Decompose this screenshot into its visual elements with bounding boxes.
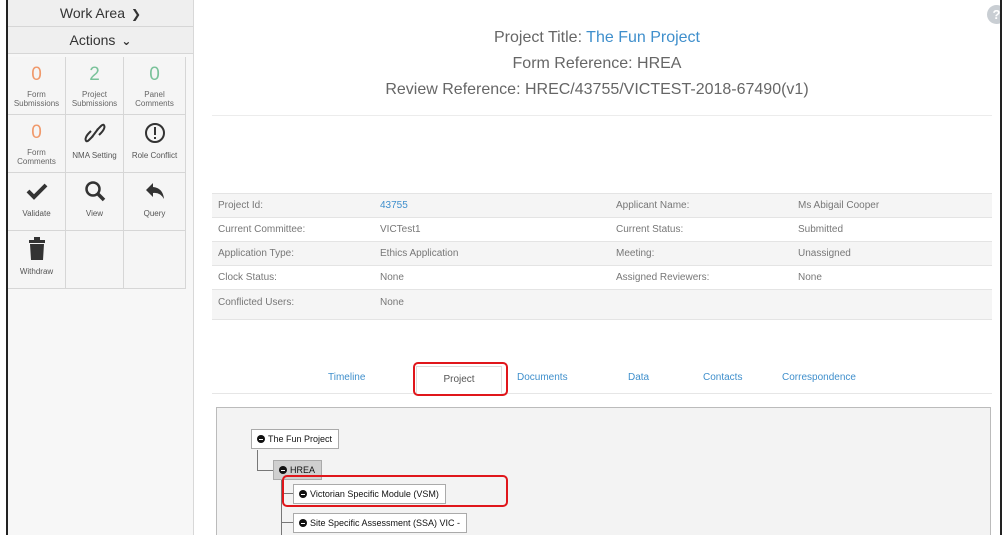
- project-submissions-count: 2: [89, 64, 100, 85]
- info-value: None: [380, 272, 404, 283]
- empty-tile: [66, 231, 124, 289]
- sidebar: Work Area ❯ Actions ⌄ 0 Form Submissions 2…: [8, 0, 194, 535]
- info-key: Conflicted Users:: [218, 297, 295, 308]
- highlight-vsm-node: [282, 475, 508, 507]
- actions-label: Actions: [69, 32, 116, 48]
- tree-node-label: Site Specific Assessment (SSA) VIC -: [310, 518, 461, 528]
- panel-comments-label: Panel Comments: [135, 90, 174, 108]
- project-title-link[interactable]: The Fun Project: [586, 29, 700, 46]
- app-frame: Work Area ❯ Actions ⌄ 0 Form Submissions 2…: [6, 0, 1002, 535]
- info-key: Meeting:: [616, 248, 655, 259]
- project-info-table: Project Id: 43755 Applicant Name: Ms Abi…: [212, 193, 992, 320]
- form-comments-count: 0: [31, 122, 42, 143]
- info-value: None: [798, 272, 822, 283]
- info-key: Current Status:: [616, 224, 684, 235]
- tab-contacts[interactable]: Contacts: [703, 372, 742, 383]
- role-conflict-tile[interactable]: Role Conflict: [124, 115, 186, 173]
- chevron-right-icon: ❯: [131, 7, 142, 21]
- info-value: Ms Abigail Cooper: [798, 200, 880, 211]
- collapse-icon[interactable]: [279, 466, 287, 474]
- info-key: Applicant Name:: [616, 200, 690, 211]
- validate-label: Validate: [22, 209, 51, 218]
- project-submissions-tile[interactable]: 2 Project Submissions: [66, 57, 124, 115]
- tab-bar: Timeline Project Documents Data Contacts…: [212, 366, 992, 394]
- form-comments-label: Form Comments: [17, 148, 56, 166]
- highlight-project-tab: [413, 362, 508, 396]
- query-tile[interactable]: Query: [124, 173, 186, 231]
- view-label: View: [85, 209, 104, 218]
- info-key: Current Committee:: [218, 224, 306, 235]
- tree-connector: [257, 450, 258, 470]
- withdraw-label: Withdraw: [19, 267, 54, 276]
- tree-node-label: The Fun Project: [268, 434, 333, 444]
- tree-node-root[interactable]: The Fun Project: [251, 429, 340, 449]
- exclamation-circle-icon: [124, 120, 185, 146]
- project-id-link[interactable]: 43755: [380, 194, 616, 217]
- link-icon: [66, 120, 123, 146]
- help-icon[interactable]: ?: [987, 5, 1000, 24]
- panel-comments-count: 0: [149, 64, 160, 85]
- info-key: [616, 290, 798, 319]
- work-area-label: Work Area: [59, 5, 126, 21]
- info-value: VICTest1: [380, 224, 421, 235]
- tree-node-label: HREA: [290, 465, 316, 475]
- chevron-down-icon: ⌄: [121, 34, 132, 48]
- header-divider: [212, 115, 992, 116]
- view-tile[interactable]: View: [66, 173, 124, 231]
- info-value: [798, 290, 992, 319]
- project-title-line: Project Title: The Fun Project: [194, 26, 1000, 52]
- magnifier-icon: [66, 178, 123, 204]
- nma-setting-label: NMA Setting: [72, 151, 117, 160]
- actions-toggle[interactable]: Actions ⌄: [8, 27, 193, 54]
- info-key: Project Id:: [218, 200, 264, 211]
- main-content: ? Project Title: The Fun Project Form Re…: [194, 0, 1000, 535]
- info-value: Submitted: [798, 224, 844, 235]
- form-submissions-count: 0: [31, 64, 42, 85]
- trash-icon: [8, 236, 65, 262]
- info-row: Project Id: 43755 Applicant Name: Ms Abi…: [212, 194, 992, 218]
- tree-connector: [281, 522, 293, 523]
- tab-data[interactable]: Data: [628, 372, 649, 383]
- info-row: Current Committee: VICTest1 Current Stat…: [212, 218, 992, 242]
- collapse-icon[interactable]: [299, 519, 307, 527]
- empty-tile: [124, 231, 186, 289]
- project-submissions-label: Project Submissions: [71, 90, 118, 108]
- info-value: None: [380, 297, 404, 308]
- collapse-icon[interactable]: [257, 435, 265, 443]
- info-key: Assigned Reviewers:: [616, 272, 710, 283]
- checkmark-icon: [8, 178, 65, 204]
- info-row: Application Type: Ethics Application Mee…: [212, 242, 992, 266]
- info-key: Clock Status:: [218, 272, 277, 283]
- info-value: Unassigned: [798, 248, 851, 259]
- tab-documents[interactable]: Documents: [517, 372, 568, 383]
- form-submissions-label: Form Submissions: [13, 90, 60, 108]
- work-area-toggle[interactable]: Work Area ❯: [8, 0, 193, 27]
- form-comments-tile[interactable]: 0 Form Comments: [8, 115, 66, 173]
- info-row: Conflicted Users: None: [212, 290, 992, 320]
- tree-node-ssa[interactable]: Site Specific Assessment (SSA) VIC -: [293, 513, 468, 533]
- review-reference: Review Reference: HREC/43755/VICTEST-201…: [385, 81, 809, 98]
- query-label: Query: [143, 209, 166, 218]
- panel-comments-tile[interactable]: 0 Panel Comments: [124, 57, 186, 115]
- reply-arrow-icon: [124, 178, 185, 204]
- validate-tile[interactable]: Validate: [8, 173, 66, 231]
- tab-timeline[interactable]: Timeline: [328, 372, 365, 383]
- form-submissions-tile[interactable]: 0 Form Submissions: [8, 57, 66, 115]
- tab-correspondence[interactable]: Correspondence: [782, 372, 856, 383]
- project-title-label: Project Title:: [493, 29, 583, 46]
- project-tree: The Fun Project HREA Victorian Specific …: [216, 407, 991, 535]
- role-conflict-label: Role Conflict: [131, 151, 178, 160]
- info-value: Ethics Application: [380, 248, 459, 259]
- nma-setting-tile[interactable]: NMA Setting: [66, 115, 124, 173]
- info-key: Application Type:: [218, 248, 294, 259]
- project-header: Project Title: The Fun Project Form Refe…: [194, 26, 1000, 104]
- form-reference: Form Reference: HREA: [512, 55, 682, 72]
- info-row: Clock Status: None Assigned Reviewers: N…: [212, 266, 992, 290]
- withdraw-tile[interactable]: Withdraw: [8, 231, 66, 289]
